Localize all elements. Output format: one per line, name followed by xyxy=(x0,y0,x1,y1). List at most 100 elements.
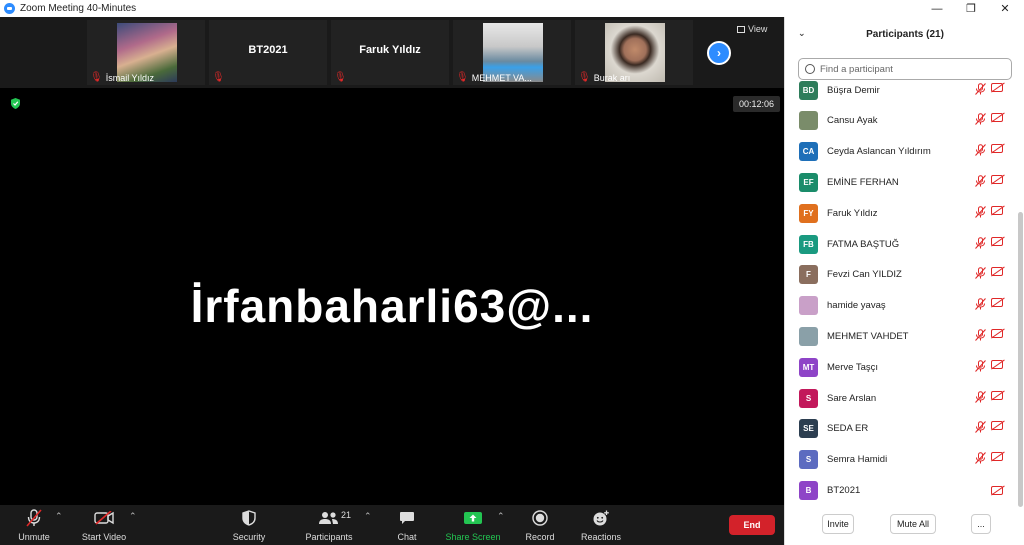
more-options-button[interactable]: ... xyxy=(971,514,991,534)
participants-panel: ⌄ Participants (21) Find a participant B… xyxy=(784,17,1024,545)
participant-row[interactable]: B BT2021 xyxy=(785,475,1017,505)
video-thumbnail[interactable]: 🎙 Burak arı xyxy=(575,20,693,85)
encryption-shield-icon[interactable] xyxy=(11,98,20,109)
panel-scrollbar[interactable] xyxy=(1018,212,1023,507)
mic-muted-icon xyxy=(975,329,986,344)
grid-icon xyxy=(737,25,745,33)
chevron-down-icon[interactable]: ⌄ xyxy=(798,28,806,39)
avatar xyxy=(799,111,818,131)
search-icon xyxy=(805,64,815,74)
video-off-icon xyxy=(991,82,1003,92)
thumbnail-name: BT2021 xyxy=(248,44,288,56)
video-off-icon xyxy=(991,113,1003,123)
zoom-logo-icon xyxy=(4,3,15,14)
participant-row[interactable]: F Fevzi Can YILDIZ xyxy=(785,260,1017,290)
mute-all-button[interactable]: Mute All xyxy=(890,514,936,534)
mic-muted-icon xyxy=(975,267,986,282)
video-thumbnail-strip: 🎙 İsmail Yıldız BT2021 🎙 Faruk Yıldız 🎙 … xyxy=(0,17,784,88)
mic-muted-icon: 🎙 xyxy=(456,72,469,83)
invite-button[interactable]: Invite xyxy=(822,514,854,534)
video-thumbnail[interactable]: Faruk Yıldız 🎙 xyxy=(331,20,449,85)
next-page-button[interactable]: › xyxy=(707,41,731,65)
participant-name: FATMA BAŞTUĞ xyxy=(827,238,900,250)
participant-row[interactable]: Cansu Ayak xyxy=(785,106,1017,136)
people-icon xyxy=(318,508,340,528)
unmute-button[interactable]: Unmute xyxy=(17,508,51,542)
participant-row[interactable]: MEHMET VAHDET xyxy=(785,321,1017,351)
mic-muted-icon xyxy=(975,144,986,159)
video-options-caret[interactable]: ⌃ xyxy=(129,511,137,522)
video-thumbnail[interactable]: BT2021 🎙 xyxy=(209,20,327,85)
share-options-caret[interactable]: ⌃ xyxy=(497,511,505,522)
participant-name: Fevzi Can YILDIZ xyxy=(827,269,902,281)
video-thumbnail[interactable]: 🎙 MEHMET VA... xyxy=(453,20,571,85)
participant-list: BD Büşra Demir Cansu Ayak CA Ceyda Aslancan … xyxy=(785,79,1017,507)
participant-status-icons xyxy=(975,174,1003,190)
close-button[interactable]: ✕ xyxy=(988,0,1022,17)
chat-button[interactable]: Chat xyxy=(395,508,419,542)
mic-muted-icon xyxy=(975,298,986,313)
participant-name: Cansu Ayak xyxy=(827,115,878,127)
participant-status-icons xyxy=(975,113,1003,128)
avatar: EF xyxy=(799,172,818,192)
avatar: S xyxy=(799,450,818,470)
panel-title: Participants (21) xyxy=(866,28,944,40)
participant-name: Büşra Demir xyxy=(827,84,880,96)
avatar: F xyxy=(799,265,818,285)
participants-options-caret[interactable]: ⌃ xyxy=(364,511,372,522)
mic-muted-icon: 🎙 xyxy=(578,72,591,83)
participant-row[interactable]: FB FATMA BAŞTUĞ xyxy=(785,229,1017,259)
participant-row[interactable]: CA Ceyda Aslancan Yıldırım xyxy=(785,137,1017,167)
mic-muted-icon xyxy=(975,390,986,406)
audio-options-caret[interactable]: ⌃ xyxy=(55,511,63,522)
participant-row[interactable]: FY Faruk Yıldız xyxy=(785,198,1017,228)
participant-status-icons xyxy=(975,236,1003,252)
thumbnail-label: 🎙 İsmail Yıldız xyxy=(90,72,155,84)
participant-name: SEDA ER xyxy=(827,423,869,435)
mic-muted-icon xyxy=(975,236,986,252)
participant-search-input[interactable]: Find a participant xyxy=(798,58,1012,80)
participant-row[interactable]: hamide yavaş xyxy=(785,291,1017,321)
participant-row[interactable]: BD Büşra Demir xyxy=(785,79,1017,105)
mic-muted-icon xyxy=(975,421,986,436)
record-button[interactable]: Record xyxy=(524,508,556,542)
video-off-icon xyxy=(991,236,1003,246)
thumbnail-label: 🎙 Burak arı xyxy=(578,72,631,84)
participant-row[interactable]: S Sare Arslan xyxy=(785,383,1017,413)
mic-muted-icon xyxy=(975,452,986,467)
participant-row[interactable]: MT Merve Taşçı xyxy=(785,352,1017,382)
mic-muted-icon xyxy=(975,113,986,128)
participant-row[interactable]: SE SEDA ER xyxy=(785,414,1017,444)
mic-muted-icon: 🎙 xyxy=(212,72,225,83)
participant-name: hamide yavaş xyxy=(827,300,886,312)
smiley-plus-icon xyxy=(592,508,610,528)
share-screen-icon xyxy=(464,508,482,528)
participants-count: 21 xyxy=(341,510,352,520)
participant-status-icons xyxy=(975,485,1003,495)
view-button[interactable]: View xyxy=(737,24,767,34)
video-thumbnail[interactable]: 🎙 İsmail Yıldız xyxy=(87,20,205,85)
participant-status-icons xyxy=(975,421,1003,436)
mic-muted-icon xyxy=(975,175,986,190)
video-off-icon xyxy=(991,174,1003,184)
video-off-icon xyxy=(991,144,1003,154)
chevron-right-icon: › xyxy=(717,46,721,60)
video-off-icon xyxy=(991,328,1003,338)
share-screen-button[interactable]: Share Screen xyxy=(445,508,501,542)
end-meeting-button[interactable]: End xyxy=(729,515,775,535)
mic-muted-icon xyxy=(975,359,986,375)
participant-status-icons xyxy=(975,452,1003,467)
thumbnail-label: 🎙 xyxy=(334,73,347,83)
video-off-icon xyxy=(991,359,1003,369)
security-button[interactable]: Security xyxy=(231,508,267,542)
minimize-button[interactable]: — xyxy=(920,0,954,17)
participant-status-icons xyxy=(975,82,1003,98)
participant-row[interactable]: EF EMİNE FERHAN xyxy=(785,167,1017,197)
participant-row[interactable]: S Semra Hamidi xyxy=(785,445,1017,475)
maximize-button[interactable]: ❐ xyxy=(954,0,988,17)
reactions-button[interactable]: Reactions xyxy=(580,508,622,542)
mic-muted-icon xyxy=(26,508,42,528)
start-video-button[interactable]: Start Video xyxy=(80,508,128,542)
participant-status-icons xyxy=(975,328,1003,344)
